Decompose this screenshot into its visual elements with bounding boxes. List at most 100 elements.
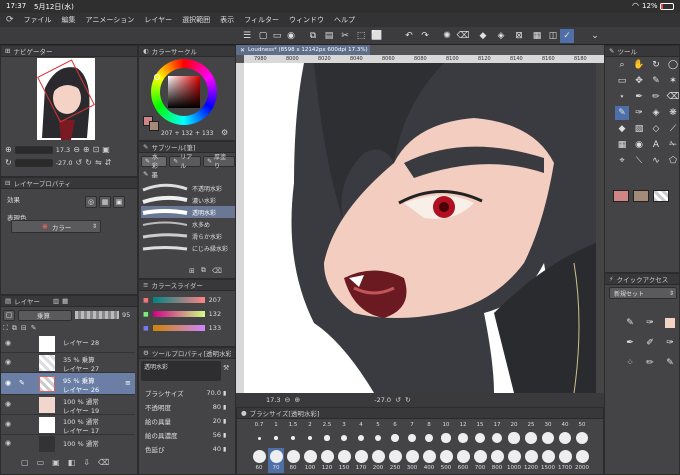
add-subtool-icon[interactable]: ⊞ <box>189 267 195 275</box>
check-icon[interactable]: ✓ <box>560 29 574 43</box>
sub-tool-group[interactable]: ✎ 墨 <box>143 169 158 179</box>
brush-size-option[interactable]: 4 <box>353 422 369 447</box>
zoom-in-icon[interactable]: ⊕ <box>294 396 300 404</box>
folder-icon[interactable]: ▭ <box>270 29 284 43</box>
menu-help[interactable]: ヘルプ <box>334 15 355 25</box>
layer-row-selected[interactable]: ◉ ✎ 95 % 乗算 レイヤー 26 ≡ <box>1 373 135 395</box>
brush-item-selected[interactable]: 透明水彩 <box>141 206 235 218</box>
brush-size-option[interactable]: 12 <box>455 422 471 447</box>
blend-tool-icon[interactable]: ◈ <box>649 106 663 120</box>
sub-color-swatch[interactable] <box>149 121 159 131</box>
property-row[interactable]: 不透明度 80 ▮ <box>141 400 235 414</box>
hue-marker[interactable] <box>154 74 160 80</box>
layer-row[interactable]: ◉ 35 % 乗算 レイヤー 27 <box>1 353 135 373</box>
menu-selection[interactable]: 選択範囲 <box>182 15 210 25</box>
new-layer-icon[interactable]: ▢ <box>21 458 29 467</box>
zoom-tool-icon[interactable]: ⌕ <box>615 58 629 72</box>
balloon-tool-icon[interactable]: ◉ <box>632 138 646 152</box>
brush-size-option[interactable]: 60 <box>251 448 267 473</box>
select-icon[interactable]: ⬜ <box>370 29 384 43</box>
brush-size-option[interactable]: 800 <box>489 448 505 473</box>
brush-size-option[interactable]: 400 <box>421 448 437 473</box>
zoom-100-icon[interactable]: ▣ <box>102 145 110 154</box>
brush-size-option[interactable]: 7 <box>404 422 420 447</box>
brush-size-option[interactable]: 50 <box>574 422 590 447</box>
close-icon[interactable]: ✕ <box>240 47 245 54</box>
layer-row[interactable]: ◉ 100 % 通常 レイヤー 19 <box>1 395 135 415</box>
mask-icon[interactable]: ◧ <box>68 458 76 467</box>
brush-tool-icon[interactable]: ✎ <box>615 106 629 120</box>
brush-size-option[interactable]: 500 <box>438 448 454 473</box>
navigator-preview[interactable] <box>37 58 95 140</box>
visibility-eye-icon[interactable]: ◉ <box>5 339 11 347</box>
brush-size-option[interactable]: 1 <box>268 422 284 447</box>
brush-size-option[interactable]: 17 <box>489 422 505 447</box>
cut-icon[interactable]: ✂ <box>338 29 352 43</box>
slider-b-track[interactable] <box>152 325 205 331</box>
brush-size-option[interactable]: 40 <box>557 422 573 447</box>
brush-size-option[interactable]: 5 <box>370 422 386 447</box>
layer-tab2-icon[interactable]: ▦ <box>62 297 68 305</box>
quick-pencil-icon[interactable]: ✏ <box>643 356 657 370</box>
tab-thick[interactable]: ✎ 厚塗り <box>203 154 236 170</box>
saturation-value-square[interactable] <box>168 76 200 108</box>
fill-icon[interactable]: ◆ <box>476 29 490 43</box>
copy-icon[interactable]: ⧉ <box>306 29 320 43</box>
brush-size-option[interactable]: 30 <box>540 422 556 447</box>
slider-dots-icon[interactable]: ▮ <box>223 390 226 397</box>
slider-dots-icon[interactable]: ▮ <box>223 404 226 411</box>
layer-tab-icon[interactable]: ▥ <box>53 297 59 305</box>
layer-ref-icon[interactable]: ⊟ <box>21 324 27 332</box>
quick-pen-icon[interactable]: ✒ <box>623 336 637 350</box>
zoom-out-icon[interactable]: ⊖ <box>73 145 80 154</box>
brush-size-option[interactable]: 700 <box>472 448 488 473</box>
rotate-tool-icon[interactable]: ↻ <box>649 58 663 72</box>
slider-dots-icon[interactable]: ▮ <box>223 446 226 453</box>
zoom-out-icon[interactable]: ⊖ <box>284 396 290 404</box>
canvas-scrollbar[interactable] <box>596 63 604 393</box>
pencil-tool-icon[interactable]: ✏ <box>649 90 663 104</box>
brush-size-option[interactable]: 1700 <box>557 448 573 473</box>
property-row[interactable]: 色延び 40 ▮ <box>141 442 235 456</box>
quick-eraser-icon[interactable]: ✑ <box>643 316 657 330</box>
chevron-down-icon[interactable]: ⌄ <box>588 29 602 43</box>
grid-icon[interactable]: ▦ <box>530 29 544 43</box>
brush-size-option[interactable]: 2.5 <box>319 422 335 447</box>
brush-item[interactable]: 濃い水彩 <box>141 194 235 206</box>
brush-size-option[interactable]: 1.5 <box>285 422 301 447</box>
zoom-in-icon[interactable]: ⊕ <box>83 145 90 154</box>
visibility-eye-icon[interactable]: ◉ <box>5 379 11 387</box>
property-row[interactable]: 絵の具濃度 56 ▮ <box>141 428 235 442</box>
invert-icon[interactable]: ◫ <box>546 29 560 43</box>
delete-subtool-icon[interactable]: ⌫ <box>212 267 222 275</box>
brush-size-option[interactable]: 120 <box>319 448 335 473</box>
new-folder-icon[interactable]: ▣ <box>52 458 60 467</box>
layer-draft-icon[interactable]: ✎ <box>31 324 37 332</box>
zoom-icon[interactable]: ⊕ <box>5 145 12 154</box>
brush-size-option[interactable]: 70 <box>268 448 284 473</box>
settings-icon[interactable]: ✺ <box>440 29 454 43</box>
menu-view[interactable]: 表示 <box>220 15 234 25</box>
brush-size-option[interactable]: 200 <box>370 448 386 473</box>
frame-tool-icon[interactable]: ▦ <box>615 138 629 152</box>
polygon-tool-icon[interactable]: ⬠ <box>666 154 680 168</box>
quick-set-select[interactable]: 新規セット ⇕ <box>609 287 677 299</box>
brush-item[interactable]: 不透明水彩 <box>141 182 235 194</box>
blend-mode-select[interactable]: 乗算 <box>18 309 72 321</box>
transform-icon[interactable]: ⬚ <box>354 29 368 43</box>
brush-size-option[interactable]: 3 <box>336 422 352 447</box>
zoom-fit-icon[interactable]: ⊡ <box>93 145 100 154</box>
menu-animation[interactable]: アニメーション <box>86 15 135 25</box>
quick-brush-icon[interactable]: ✎ <box>623 316 637 330</box>
layer-row[interactable]: ◉ レイヤー 28 <box>1 335 135 353</box>
rotate-left-icon[interactable]: ↺ <box>76 158 83 167</box>
figure-tool-icon[interactable]: ◇ <box>649 122 663 136</box>
fill-tool-icon[interactable]: ◆ <box>615 122 629 136</box>
expression-color-select[interactable]: ❋ カラー ⇕ <box>11 220 101 233</box>
text-tool-icon[interactable]: A <box>649 138 663 152</box>
redo-icon[interactable]: ↷ <box>418 29 432 43</box>
layer-mode-icon[interactable]: ▢ <box>3 309 15 321</box>
brush-size-option[interactable]: 25 <box>523 422 539 447</box>
brush-size-option[interactable]: 2000 <box>574 448 590 473</box>
quick-airbrush-icon[interactable]: ✑ <box>663 336 677 350</box>
